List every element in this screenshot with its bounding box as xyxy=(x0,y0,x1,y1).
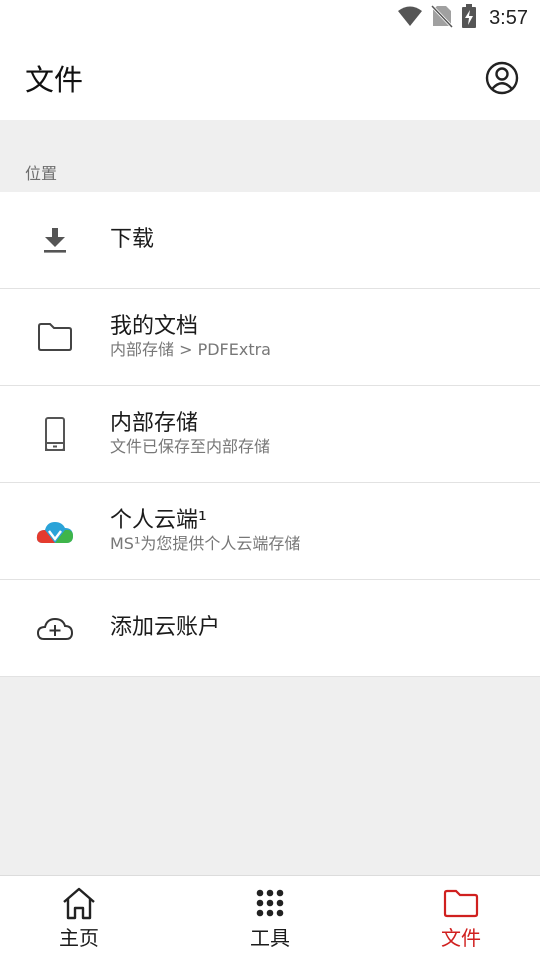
status-bar: 3:57 xyxy=(0,0,540,36)
list-item-subtitle: 内部存储 > PDFExtra xyxy=(110,340,271,359)
status-time: 3:57 xyxy=(489,6,528,29)
nav-tools[interactable]: 工具 xyxy=(210,876,330,960)
cloud-add-icon xyxy=(0,580,110,677)
list-item-my-documents[interactable]: 我的文档 内部存储 > PDFExtra xyxy=(0,289,540,386)
nav-label: 文件 xyxy=(441,926,481,950)
nav-label: 工具 xyxy=(250,926,290,950)
grid-dots-icon xyxy=(256,889,284,917)
app-bar: 文件 xyxy=(0,36,540,120)
no-sim-icon xyxy=(430,4,454,32)
phone-icon xyxy=(0,386,110,483)
list-item-title: 个人云端¹ xyxy=(110,508,207,533)
download-icon xyxy=(0,192,110,289)
wifi-icon xyxy=(397,5,423,31)
location-list: 下载 我的文档 内部存储 > PDFExtra 内部存储 文件已保存至内部存储 xyxy=(0,192,540,677)
nav-label: 主页 xyxy=(59,926,99,950)
account-button[interactable] xyxy=(482,58,522,98)
list-item-title: 内部存储 xyxy=(110,411,199,436)
home-icon xyxy=(63,887,95,920)
list-item-subtitle: MS¹为您提供个人云端存储 xyxy=(110,534,301,553)
section-header: 位置 xyxy=(0,120,540,192)
list-item-title: 我的文档 xyxy=(110,314,199,339)
account-circle-icon xyxy=(485,61,519,95)
folder-icon xyxy=(0,289,110,386)
list-item-subtitle: 文件已保存至内部存储 xyxy=(110,437,271,456)
bottom-navigation: 主页 工具 文件 xyxy=(0,875,540,960)
list-item-personal-cloud[interactable]: 个人云端¹ MS¹为您提供个人云端存储 xyxy=(0,483,540,580)
page-title: 文件 xyxy=(25,63,84,97)
list-item-title: 添加云账户 xyxy=(110,615,221,640)
section-label-locations: 位置 xyxy=(25,164,58,183)
list-item-downloads[interactable]: 下载 xyxy=(0,192,540,289)
list-item-title: 下载 xyxy=(110,227,155,252)
list-item-internal-storage[interactable]: 内部存储 文件已保存至内部存储 xyxy=(0,386,540,483)
nav-home[interactable]: 主页 xyxy=(19,876,139,960)
folder-icon xyxy=(443,889,479,918)
cloud-brand-icon xyxy=(0,483,110,580)
list-item-add-cloud-account[interactable]: 添加云账户 xyxy=(0,580,540,677)
nav-files[interactable]: 文件 xyxy=(401,876,521,960)
battery-charging-icon xyxy=(461,4,477,32)
